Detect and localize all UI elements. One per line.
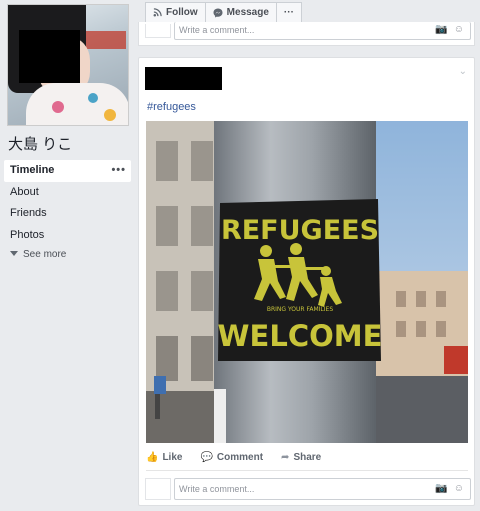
more-actions-button[interactable]: ··· [276, 2, 302, 23]
comment-input-icons: 📷 ☺ [435, 22, 464, 38]
post-card: ⌄ #refugees REFUGEES BRING YOUR FAMILIES… [138, 57, 475, 506]
follow-label: Follow [166, 7, 198, 18]
sticker-tagline: BRING YOUR FAMILIES [267, 306, 333, 313]
comment-placeholder: Write a comment... [179, 484, 255, 494]
nav-item-timeline[interactable]: Timeline ••• [4, 160, 131, 182]
comment-placeholder: Write a comment... [179, 25, 255, 35]
comment-composer: Write a comment... 📷 ☺ [145, 22, 471, 40]
message-button[interactable]: Message [205, 2, 277, 23]
share-label: Share [293, 452, 322, 463]
more-options-icon[interactable]: ••• [111, 160, 126, 181]
smiley-icon[interactable]: ☺ [454, 479, 464, 499]
follow-button[interactable]: Follow [145, 2, 206, 23]
nav-item-photos[interactable]: Photos [4, 225, 131, 247]
profile-name[interactable]: 大島 りこ [8, 133, 72, 154]
post-hashtag[interactable]: #refugees [147, 101, 196, 113]
post-author-censored [145, 67, 222, 90]
thumbs-up-icon: 👍 [146, 452, 159, 463]
profile-picture[interactable] [7, 4, 129, 126]
see-more-link[interactable]: See more [4, 246, 131, 264]
chevron-down-icon [10, 251, 18, 256]
comment-bubble-icon: 💬 [200, 452, 213, 463]
nav-item-friends[interactable]: Friends [4, 203, 131, 225]
avatar [145, 24, 171, 38]
see-more-label: See more [23, 249, 67, 260]
post-actions: 👍 Like 💬 Comment ➦ Share [146, 452, 468, 463]
messenger-icon [213, 8, 223, 17]
avatar [145, 478, 171, 500]
shirt-pattern [52, 101, 64, 113]
shirt-pattern [104, 109, 116, 121]
divider [146, 470, 468, 471]
smiley-icon[interactable]: ☺ [454, 22, 464, 38]
camera-icon[interactable]: 📷 [435, 22, 447, 38]
shirt-pattern [88, 93, 98, 103]
comment-composer: Write a comment... 📷 ☺ [145, 478, 471, 500]
profile-picture-sign [86, 31, 126, 49]
nav-item-about[interactable]: About [4, 182, 131, 204]
share-button[interactable]: ➦ Share [281, 452, 321, 463]
nav-item-label: Timeline [10, 164, 55, 176]
more-actions-label: ··· [283, 7, 294, 18]
share-arrow-icon: ➦ [281, 452, 290, 463]
message-label: Message [226, 7, 269, 18]
profile-nav: Timeline ••• About Friends Photos See mo… [4, 160, 131, 264]
camera-icon[interactable]: 📷 [435, 479, 447, 499]
like-button[interactable]: 👍 Like [146, 452, 182, 463]
censor-box [19, 30, 80, 83]
comment-button[interactable]: 💬 Comment [200, 452, 263, 463]
sticker-text-bottom: WELCOME [218, 319, 383, 353]
comment-label: Comment [216, 452, 264, 463]
photo-scene: REFUGEES BRING YOUR FAMILIES WELCOME [146, 121, 468, 443]
comment-input[interactable]: Write a comment... 📷 ☺ [174, 478, 471, 500]
comment-input[interactable]: Write a comment... 📷 ☺ [174, 22, 471, 40]
post-photo[interactable]: REFUGEES BRING YOUR FAMILIES WELCOME [146, 121, 468, 443]
profile-actions: Follow Message ··· [145, 2, 302, 23]
sticker-text-top: REFUGEES [221, 215, 379, 246]
chevron-down-icon[interactable]: ⌄ [459, 66, 467, 77]
like-label: Like [162, 452, 183, 463]
rss-icon [153, 8, 162, 17]
previous-post-footer: Write a comment... 📷 ☺ [138, 22, 475, 46]
comment-input-icons: 📷 ☺ [435, 479, 464, 499]
